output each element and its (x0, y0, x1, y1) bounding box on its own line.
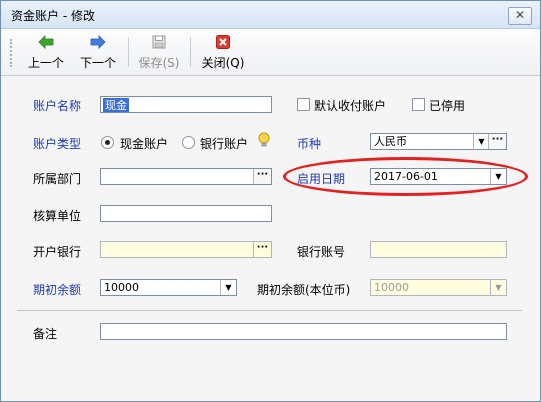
left-arrow-icon (25, 35, 67, 53)
title-bar: 资金账户 - 修改 ✕ (1, 1, 540, 29)
radio-cash-label: 现金账户 (120, 137, 169, 151)
floppy-disk-icon (135, 35, 183, 53)
opening-balance-input[interactable]: 10000 ▼ (100, 279, 237, 296)
close-button[interactable]: 关闭(Q) (198, 33, 248, 71)
toolbar-grip (10, 39, 15, 67)
default-account-label: 默认收付账户 (314, 99, 387, 113)
remark-input[interactable] (100, 323, 507, 340)
window-close-button[interactable]: ✕ (508, 7, 532, 25)
toolbar-separator (128, 37, 129, 67)
bank-account-no-input[interactable] (370, 241, 507, 258)
account-name-label: 账户名称 (33, 99, 82, 113)
red-x-icon (198, 35, 248, 53)
account-type-label: 账户类型 (33, 137, 82, 151)
dialog-window: 资金账户 - 修改 ✕ 上一个 下一个 保存(S) 关闭(Q) 账户名称 现金 … (0, 0, 541, 402)
currency-label: 币种 (297, 137, 322, 151)
toolbar: 上一个 下一个 保存(S) 关闭(Q) (1, 29, 540, 76)
more-icon[interactable]: ··· (253, 169, 271, 184)
prev-button[interactable]: 上一个 (25, 33, 67, 71)
account-name-input[interactable]: 现金 (100, 96, 272, 113)
accounting-unit-input[interactable] (100, 205, 272, 222)
opening-balance-local-label: 期初余额(本位币) (257, 283, 351, 297)
more-icon[interactable]: ··· (488, 134, 506, 149)
save-button[interactable]: 保存(S) (135, 33, 183, 71)
radio-bank-account[interactable] (182, 136, 195, 149)
disabled-label: 已停用 (429, 99, 466, 113)
account-name-value: 现金 (103, 98, 129, 112)
remark-label: 备注 (33, 327, 58, 341)
radio-cash-account[interactable] (101, 136, 114, 149)
disabled-checkbox[interactable] (412, 98, 425, 111)
currency-value: 人民币 (374, 135, 407, 148)
opening-balance-local-value: 10000 (374, 281, 409, 294)
department-label: 所属部门 (33, 172, 82, 186)
form-divider (17, 310, 522, 311)
close-button-label: 关闭(Q) (201, 56, 245, 70)
accounting-unit-label: 核算单位 (33, 209, 82, 223)
right-arrow-icon (77, 35, 119, 53)
opening-balance-value: 10000 (104, 281, 139, 294)
bank-account-no-label: 银行账号 (297, 245, 346, 259)
annotation-ellipse (283, 157, 528, 196)
default-account-checkbox[interactable] (297, 98, 310, 111)
currency-select[interactable]: 人民币 ▼ ··· (370, 133, 507, 150)
opening-balance-label: 期初余额 (33, 283, 82, 297)
radio-bank-label: 银行账户 (200, 137, 249, 151)
toolbar-separator (190, 37, 191, 67)
next-button[interactable]: 下一个 (77, 33, 119, 71)
form-area (1, 76, 540, 401)
lightbulb-icon[interactable] (258, 132, 270, 152)
window-title: 资金账户 - 修改 (11, 9, 95, 23)
bank-input[interactable]: ··· (100, 241, 272, 258)
more-icon[interactable]: ··· (253, 242, 271, 257)
save-button-label: 保存(S) (138, 56, 180, 70)
bank-label: 开户银行 (33, 245, 82, 259)
chevron-down-icon: ▼ (490, 280, 506, 295)
chevron-down-icon[interactable]: ▼ (473, 134, 489, 149)
department-input[interactable]: ··· (100, 168, 272, 185)
chevron-down-icon[interactable]: ▼ (220, 280, 236, 295)
next-button-label: 下一个 (79, 56, 116, 70)
prev-button-label: 上一个 (27, 56, 64, 70)
opening-balance-local-input: 10000 ▼ (370, 279, 507, 296)
